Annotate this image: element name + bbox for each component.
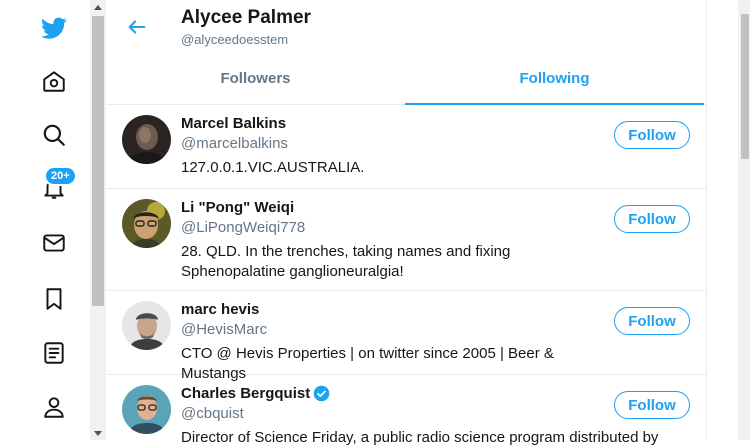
- avatar[interactable]: [122, 385, 171, 434]
- user-bio: 127.0.0.1.VIC.AUSTRALIA.: [181, 159, 365, 176]
- notifications-badge: 20+: [44, 166, 77, 186]
- page-scrollbar[interactable]: [738, 0, 750, 440]
- messages-envelope-icon[interactable]: [26, 215, 82, 271]
- user-bio: Director of Science Friday, a public rad…: [181, 429, 659, 446]
- user-name[interactable]: marc hevis: [181, 301, 259, 318]
- user-name[interactable]: Charles Bergquist: [181, 385, 330, 402]
- user-handle[interactable]: @cbquist: [181, 405, 244, 422]
- twitter-logo-icon[interactable]: [26, 0, 82, 56]
- list-item[interactable]: Li "Pong" Weiqi @LiPongWeiqi778 28. QLD.…: [106, 189, 706, 291]
- page-title: Alycee Palmer: [181, 7, 311, 28]
- page-handle: @alyceedoesstem: [181, 32, 289, 47]
- tab-followers[interactable]: Followers: [106, 52, 405, 104]
- scroll-up-arrow-icon[interactable]: [94, 5, 102, 10]
- follow-button[interactable]: Follow: [614, 307, 690, 335]
- avatar[interactable]: [122, 115, 171, 164]
- home-icon[interactable]: [26, 53, 82, 109]
- verified-badge-icon: [313, 385, 330, 402]
- user-bio: 28. QLD. In the trenches, taking names a…: [181, 243, 511, 280]
- user-name[interactable]: Li "Pong" Weiqi: [181, 199, 294, 216]
- explore-search-icon[interactable]: [26, 107, 82, 163]
- scroll-down-arrow-icon[interactable]: [94, 431, 102, 436]
- bookmarks-icon[interactable]: [26, 271, 82, 327]
- tab-following[interactable]: Following: [405, 52, 704, 105]
- list-item[interactable]: Charles Bergquist @cbquist Director of S…: [106, 375, 706, 446]
- scrollbar-thumb[interactable]: [92, 16, 104, 306]
- main-column: Alycee Palmer @alyceedoesstem Followers …: [106, 0, 707, 446]
- user-name-text[interactable]: Charles Bergquist: [181, 385, 310, 402]
- follow-button[interactable]: Follow: [614, 391, 690, 419]
- user-handle[interactable]: @LiPongWeiqi778: [181, 219, 305, 236]
- list-item[interactable]: Marcel Balkins @marcelbalkins 127.0.0.1.…: [106, 105, 706, 189]
- lists-icon[interactable]: [26, 325, 82, 381]
- user-handle[interactable]: @HevisMarc: [181, 321, 267, 338]
- sidebar-nav: 20+: [0, 0, 90, 440]
- avatar[interactable]: [122, 301, 171, 350]
- scrollbar-thumb[interactable]: [741, 14, 749, 159]
- back-arrow-icon[interactable]: [124, 14, 150, 40]
- avatar[interactable]: [122, 199, 171, 248]
- sidebar-scrollbar[interactable]: [90, 0, 106, 440]
- profile-icon[interactable]: [26, 379, 82, 435]
- follow-button[interactable]: Follow: [614, 205, 690, 233]
- user-name[interactable]: Marcel Balkins: [181, 115, 286, 132]
- follow-button[interactable]: Follow: [614, 121, 690, 149]
- page-header: Alycee Palmer @alyceedoesstem Followers …: [106, 0, 706, 105]
- user-handle[interactable]: @marcelbalkins: [181, 135, 288, 152]
- notifications-bell-icon[interactable]: 20+: [26, 160, 82, 216]
- list-item[interactable]: marc hevis @HevisMarc CTO @ Hevis Proper…: [106, 291, 706, 382]
